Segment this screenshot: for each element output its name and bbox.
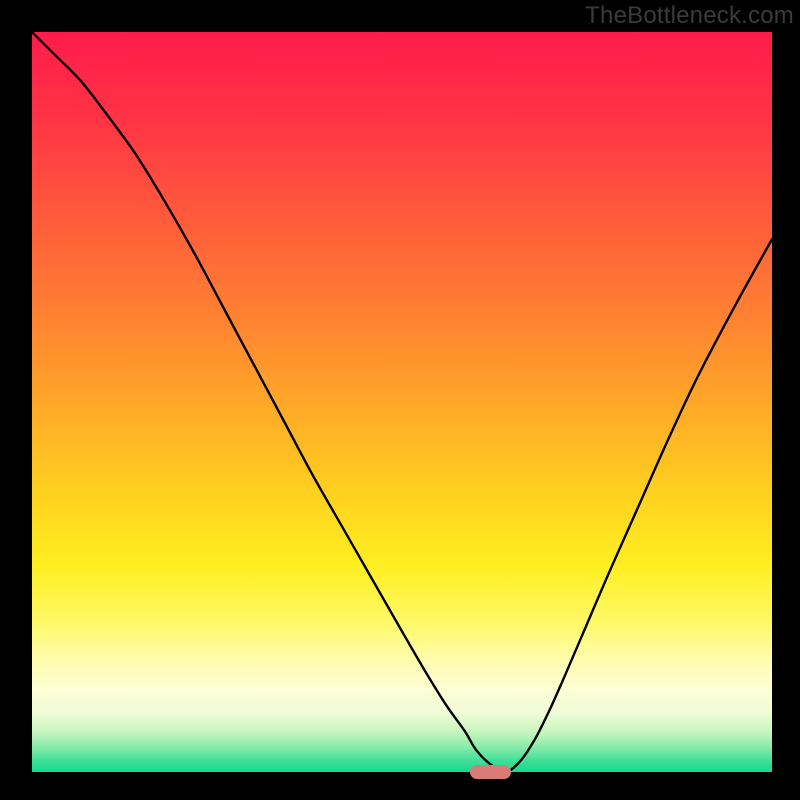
chart-frame: TheBottleneck.com xyxy=(0,0,800,800)
bottleneck-curve xyxy=(32,32,772,772)
optimal-marker xyxy=(470,765,511,778)
plot-area xyxy=(32,32,772,772)
attribution-text: TheBottleneck.com xyxy=(585,2,794,30)
